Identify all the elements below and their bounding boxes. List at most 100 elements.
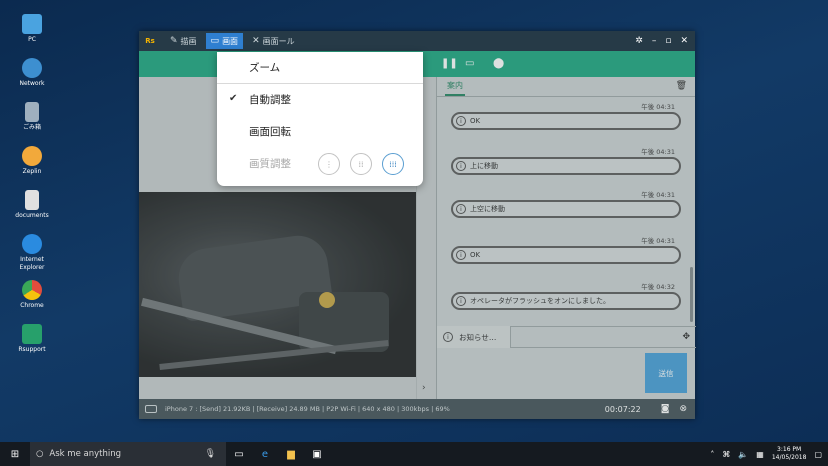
recycle-bin-icon xyxy=(25,102,39,122)
tab-notice[interactable]: i お知らせ… xyxy=(437,326,512,348)
chat-header: 案内 🗑 xyxy=(437,77,695,97)
message-time: 午後 04:32 xyxy=(641,283,675,291)
desktop-icon-zeplin[interactable]: Zeplin xyxy=(8,146,56,176)
chat-panel: 案内 🗑 午後 04:31 i OK 午後 04:31 i 上に移動 午後 04… xyxy=(436,77,696,399)
keyboard-icon[interactable]: ▦ xyxy=(756,450,764,459)
menu-item-rotate[interactable]: 画面回転 xyxy=(249,124,291,139)
windows-start-icon[interactable]: ⊞ xyxy=(0,449,30,460)
trash-icon[interactable]: 🗑 xyxy=(676,81,687,91)
video-icon[interactable]: ▭ xyxy=(465,58,474,69)
microphone-icon[interactable]: 🎙 xyxy=(205,449,216,459)
document-icon xyxy=(25,190,39,210)
menu-item-auto-fit[interactable]: 自動調整 xyxy=(249,92,291,107)
tab-guide[interactable]: 案内 xyxy=(445,77,465,96)
edge-icon[interactable]: e xyxy=(252,449,278,460)
clock[interactable]: 3:16 PM 14/05/2018 xyxy=(772,446,807,462)
message-time: 午後 04:31 xyxy=(641,237,675,245)
location-pin-icon[interactable]: ⬤ xyxy=(493,58,504,69)
desktop-icon-chrome[interactable]: Chrome xyxy=(8,280,56,310)
message-time: 午後 04:31 xyxy=(641,103,675,111)
monitor-icon: ▭ xyxy=(210,36,220,46)
notifications-icon[interactable]: ▢ xyxy=(814,450,822,459)
message-bubble: i 上空に移動 xyxy=(451,200,681,218)
minimize-icon[interactable]: – xyxy=(652,36,657,46)
desktop-icon-documents[interactable]: documents xyxy=(8,190,56,220)
tab-label: 画面 xyxy=(222,36,239,46)
clock-time: 3:16 PM xyxy=(777,446,802,453)
taskbar: ⊞ ○ Ask me anything 🎙 ▭ e ▆ ▣ ˄ ⌘ 🔈 ▦ 3:… xyxy=(0,442,828,466)
app-logo: Rs xyxy=(145,37,155,45)
chevron-up-icon[interactable]: ˄ xyxy=(710,450,714,459)
close-icon[interactable]: ✕ xyxy=(680,36,688,46)
send-button[interactable]: 送信 xyxy=(645,353,687,393)
tools-icon: ✕ xyxy=(252,36,260,46)
desktop-icon-label: Internet Explorer xyxy=(19,256,45,271)
internet-explorer-icon xyxy=(22,234,42,254)
info-icon: i xyxy=(456,161,466,171)
store-icon[interactable]: ▣ xyxy=(304,449,330,460)
pause-icon[interactable]: ❚❚ xyxy=(441,58,458,69)
rsupport-icon xyxy=(22,324,42,344)
desktop-icon-pc[interactable]: PC xyxy=(8,14,56,44)
desktop-icon-label: Rsupport xyxy=(18,346,46,353)
desktop-icon-label: PC xyxy=(28,36,36,43)
desktop-icon-label: Chrome xyxy=(20,302,44,309)
quality-low-button[interactable]: ⋮ xyxy=(318,153,340,175)
chat-message: 午後 04:31 i OK xyxy=(451,101,681,130)
chat-message: 午後 04:32 i オペレータがフラッシュをオンにしました。 xyxy=(451,281,681,310)
search-placeholder: Ask me anything xyxy=(49,449,121,459)
move-icon[interactable]: ✥ xyxy=(682,332,696,342)
message-time: 午後 04:31 xyxy=(641,148,675,156)
message-text: オペレータがフラッシュをオンにしました。 xyxy=(470,297,610,305)
tab-screen[interactable]: ▭ 画面 xyxy=(205,33,244,49)
info-icon: i xyxy=(456,250,466,260)
tab-label: 画面ール xyxy=(262,36,295,46)
notice-tab-label: お知らせ… xyxy=(459,332,497,342)
tab-screen-tools[interactable]: ✕ 画面ール xyxy=(247,33,300,49)
info-icon: i xyxy=(456,296,466,306)
desktop-icon-label: ごみ箱 xyxy=(22,124,41,131)
zeplin-icon xyxy=(22,146,42,166)
settings-icon[interactable]: ✲ xyxy=(635,36,643,46)
desktop-icon-label: Network xyxy=(19,80,45,87)
check-icon: ✔ xyxy=(229,93,238,104)
quality-high-button[interactable]: ⁞⁞⁞ xyxy=(382,153,404,175)
menu-item-zoom[interactable]: ズーム xyxy=(249,60,280,75)
tab-draw[interactable]: ✎ 描画 xyxy=(165,33,202,49)
chat-message: 午後 04:31 i OK xyxy=(451,235,681,264)
camera-icon[interactable]: ◙ xyxy=(661,404,670,414)
chat-scrollbar[interactable] xyxy=(690,267,693,322)
desktop-icon-recycle-bin[interactable]: ごみ箱 xyxy=(8,102,56,132)
title-bar: Rs ✎ 描画 ▭ 画面 ✕ 画面ール ✲ – ▫ ✕ xyxy=(139,31,695,51)
file-explorer-icon[interactable]: ▆ xyxy=(278,449,304,460)
desktop-icon-internet-explorer[interactable]: Internet Explorer xyxy=(8,234,56,272)
quality-medium-button[interactable]: ⁞⁞ xyxy=(350,153,372,175)
chevron-right-icon[interactable]: › xyxy=(422,383,426,393)
stop-icon[interactable]: ⊗ xyxy=(679,404,687,414)
volume-icon[interactable]: 🔈 xyxy=(738,450,748,459)
message-text: OK xyxy=(470,117,481,125)
maximize-icon[interactable]: ▫ xyxy=(665,36,671,46)
info-icon: i xyxy=(443,332,453,342)
notice-bar: i お知らせ… ✥ xyxy=(437,326,696,348)
message-text: 上空に移動 xyxy=(470,205,505,213)
window-controls: ✲ – ▫ ✕ xyxy=(635,36,695,46)
pen-icon: ✎ xyxy=(170,36,178,46)
message-text: OK xyxy=(470,251,481,259)
desktop-icon-network[interactable]: Network xyxy=(8,58,56,88)
pc-icon xyxy=(22,14,42,34)
menu-item-quality-label: 画質調整 xyxy=(249,158,291,170)
chrome-icon xyxy=(22,280,42,300)
screen-menu: ズーム ✔ 自動調整 画面回転 画質調整 ⋮ ⁞⁞ ⁞⁞⁞ xyxy=(217,52,423,186)
message-time: 午後 04:31 xyxy=(641,191,675,199)
status-actions: ◙ ⊗ xyxy=(661,404,695,414)
message-bubble: i OK xyxy=(451,246,681,264)
network-icon[interactable]: ⌘ xyxy=(722,450,730,459)
search-icon: ○ xyxy=(36,449,44,459)
message-bubble: i オペレータがフラッシュをオンにしました。 xyxy=(451,292,681,310)
info-icon: i xyxy=(456,204,466,214)
desktop-icon-rsupport[interactable]: Rsupport xyxy=(8,324,56,354)
system-tray: ˄ ⌘ 🔈 ▦ 3:16 PM 14/05/2018 ▢ xyxy=(710,446,828,462)
task-view-icon[interactable]: ▭ xyxy=(226,449,252,460)
search-box[interactable]: ○ Ask me anything 🎙 xyxy=(30,442,226,466)
